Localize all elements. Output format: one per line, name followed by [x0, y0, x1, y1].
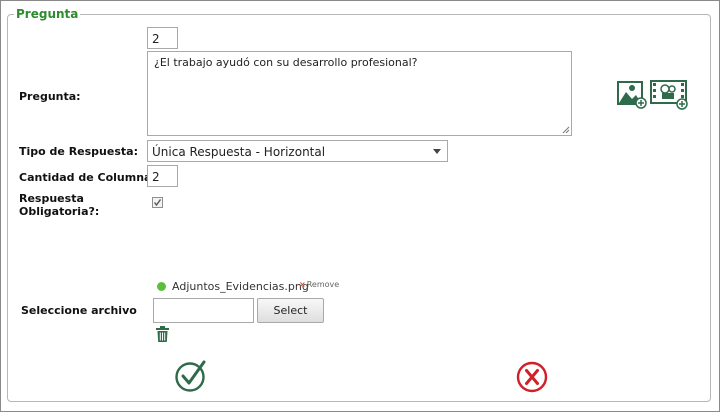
obligatoria-label-line2: Obligatoria?: — [19, 205, 100, 218]
fieldset-legend: Pregunta — [16, 7, 79, 21]
tipo-respuesta-select[interactable]: Única Respuesta - Horizontal — [147, 140, 448, 162]
dialog-frame: Pregunta 2 Pregunta: ¿El trabajo ayudó c… — [0, 0, 720, 412]
cantidad-columnas-input[interactable]: 2 — [147, 165, 178, 187]
check-circle-icon[interactable] — [174, 359, 208, 393]
check-icon — [153, 199, 162, 207]
file-status-dot — [157, 282, 166, 291]
add-video-icon[interactable] — [650, 79, 690, 111]
tipo-respuesta-label: Tipo de Respuesta: — [19, 145, 138, 158]
pregunta-label: Pregunta: — [19, 90, 81, 103]
select-file-button[interactable]: Select — [257, 298, 324, 323]
x-circle-icon[interactable] — [516, 361, 548, 393]
obligatoria-label: Respuesta Obligatoria?: — [19, 192, 99, 218]
remove-file-label: Remove — [306, 280, 340, 289]
remove-file-link[interactable]: ×Remove — [299, 280, 339, 289]
add-image-icon[interactable] — [617, 81, 647, 109]
seleccione-archivo-label: Seleccione archivo — [21, 304, 137, 317]
trash-icon[interactable] — [155, 326, 170, 343]
chevron-down-icon — [433, 149, 441, 154]
obligatoria-label-line1: Respuesta — [19, 192, 84, 205]
question-number-input[interactable]: 2 — [147, 27, 178, 49]
pregunta-text: ¿El trabajo ayudó con su desarrollo prof… — [154, 56, 418, 69]
cantidad-columnas-label: Cantidad de Columnas: — [19, 171, 163, 184]
file-path-input[interactable] — [153, 298, 254, 323]
tipo-respuesta-value: Única Respuesta - Horizontal — [152, 145, 326, 159]
pregunta-textarea[interactable]: ¿El trabajo ayudó con su desarrollo prof… — [147, 51, 572, 136]
uploaded-file-name: Adjuntos_Evidencias.png — [172, 280, 309, 293]
obligatoria-checkbox[interactable] — [152, 197, 163, 208]
resize-grip-icon[interactable] — [562, 126, 570, 134]
